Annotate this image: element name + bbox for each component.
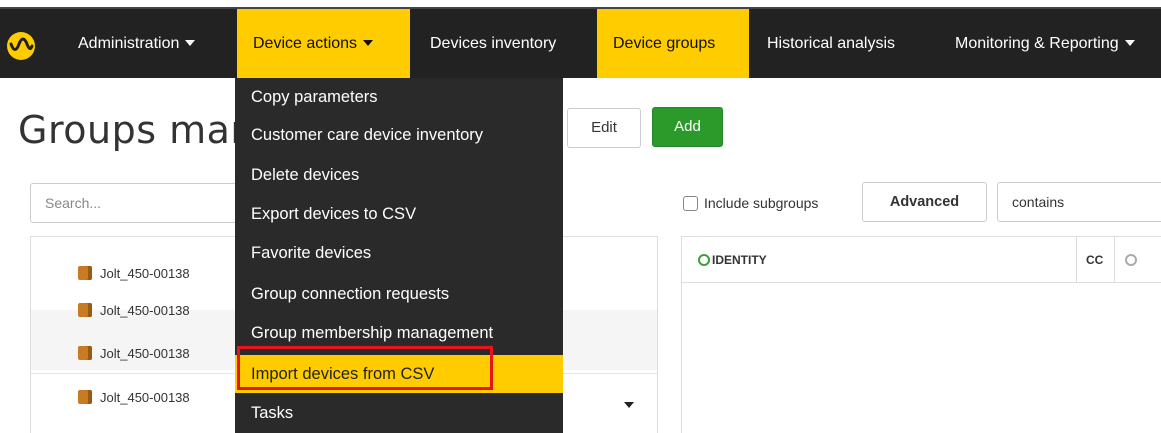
- nav-device-actions[interactable]: Device actions: [237, 9, 410, 78]
- menu-item-tasks[interactable]: Tasks: [235, 394, 563, 432]
- menu-item-customer-care-device-inventory[interactable]: Customer care device inventory: [235, 116, 563, 154]
- tree-item[interactable]: Jolt_450-00138: [78, 344, 190, 364]
- table-header: IDENTITY CC: [682, 237, 1161, 283]
- chevron-down-icon: [1124, 39, 1135, 46]
- device-box-icon: [78, 390, 92, 404]
- app-logo-icon[interactable]: [6, 31, 36, 61]
- menu-item-group-connection-requests[interactable]: Group connection requests: [235, 275, 563, 313]
- nav-device-groups-label: Device groups: [613, 35, 716, 52]
- column-header-identity[interactable]: IDENTITY: [698, 237, 767, 283]
- column-header-label: CC: [1086, 253, 1104, 267]
- tree-item-label: Jolt_450-00138: [100, 266, 190, 281]
- group-search-input[interactable]: Search...: [30, 183, 260, 223]
- column-header-label: IDENTITY: [712, 253, 767, 267]
- device-box-icon: [78, 303, 92, 317]
- nav-device-actions-label: Device actions: [253, 35, 358, 52]
- nav-monitoring-reporting-label: Monitoring & Reporting: [955, 35, 1119, 52]
- nav-devices-inventory-label: Devices inventory: [430, 35, 557, 52]
- device-box-icon: [78, 266, 92, 280]
- chevron-down-icon: [185, 39, 196, 46]
- filter-operator-select[interactable]: contains: [997, 182, 1161, 222]
- tree-item-label: Jolt_450-00138: [100, 303, 190, 318]
- column-divider: [1114, 237, 1115, 283]
- menu-item-group-membership-management[interactable]: Group membership management: [235, 314, 563, 352]
- column-header-cc[interactable]: CC: [1086, 237, 1103, 283]
- tree-item[interactable]: Jolt_450-00138: [78, 388, 190, 408]
- nav-historical-analysis-label: Historical analysis: [767, 35, 896, 52]
- tree-item[interactable]: Jolt_450-00138: [78, 264, 190, 284]
- tree-item-label: Jolt_450-00138: [100, 390, 190, 405]
- nav-historical-analysis[interactable]: Historical analysis: [751, 9, 911, 78]
- add-button[interactable]: Add: [652, 107, 723, 147]
- devices-table: IDENTITY CC: [681, 236, 1161, 433]
- column-divider: [1076, 237, 1077, 283]
- nav-administration-label: Administration: [78, 35, 180, 52]
- menu-item-favorite-devices[interactable]: Favorite devices: [235, 234, 563, 272]
- menu-item-copy-parameters[interactable]: Copy parameters: [235, 78, 563, 116]
- device-actions-menu: Copy parameters Customer care device inv…: [235, 78, 563, 433]
- nav-monitoring-reporting[interactable]: Monitoring & Reporting: [939, 9, 1151, 78]
- include-subgroups-label: Include subgroups: [704, 195, 819, 211]
- chevron-down-icon[interactable]: [624, 402, 634, 408]
- menu-item-export-devices-to-csv[interactable]: Export devices to CSV: [235, 195, 563, 233]
- tree-item[interactable]: Jolt_450-00138: [78, 301, 190, 321]
- device-box-icon: [78, 346, 92, 360]
- chevron-down-icon: [363, 39, 374, 46]
- nav-devices-inventory[interactable]: Devices inventory: [414, 9, 572, 78]
- menu-item-delete-devices[interactable]: Delete devices: [235, 156, 563, 194]
- nav-device-groups[interactable]: Device groups: [597, 9, 749, 78]
- column-header-next[interactable]: [1125, 237, 1139, 283]
- tree-item-label: Jolt_450-00138: [100, 346, 190, 361]
- top-navbar: Administration Device actions Devices in…: [0, 7, 1161, 78]
- menu-item-import-devices-from-csv[interactable]: Import devices from CSV: [235, 355, 563, 393]
- edit-button[interactable]: Edit: [567, 108, 641, 148]
- search-icon[interactable]: [1125, 254, 1137, 266]
- nav-administration[interactable]: Administration: [62, 9, 211, 78]
- page-title: Groups mar: [18, 108, 247, 152]
- include-subgroups-toggle[interactable]: Include subgroups: [683, 193, 818, 213]
- advanced-button[interactable]: Advanced: [862, 182, 987, 222]
- include-subgroups-checkbox[interactable]: [683, 196, 698, 211]
- search-icon[interactable]: [698, 254, 710, 266]
